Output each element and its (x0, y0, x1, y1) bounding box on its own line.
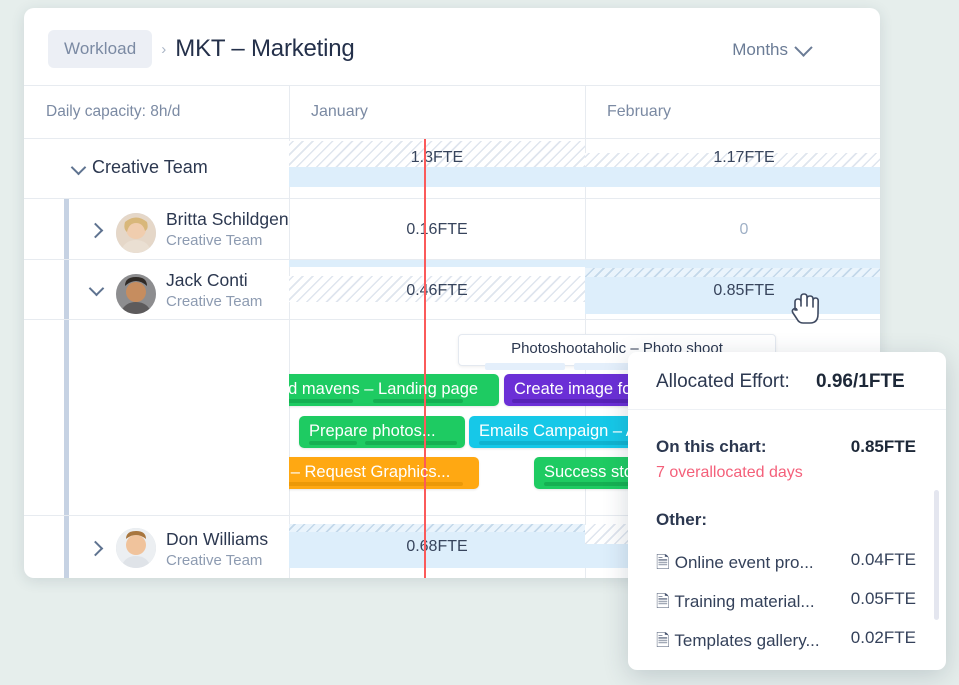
capacity-band (289, 260, 585, 267)
cell-value: 1.17FTE (585, 149, 880, 167)
cell-february[interactable]: 0 (585, 199, 880, 259)
range-selector-label: Months (732, 40, 788, 60)
mouse-cursor-icon (789, 292, 819, 326)
list-item-value: 0.05FTE (851, 589, 916, 609)
cell-february[interactable]: 0.85FTE (585, 260, 880, 319)
toolbar: Workload › MKT – Marketing Months (24, 8, 880, 86)
row-label-cell: Jack Conti Creative Team (24, 260, 289, 319)
task-bar-label: Success story (534, 457, 679, 487)
row-person-role: Creative Team (166, 293, 262, 310)
row-person-role: Creative Team (166, 552, 262, 569)
cell-january[interactable]: 0.68FTE (289, 516, 585, 578)
document-icon: 🗎 (656, 628, 670, 657)
avatar (116, 213, 156, 253)
overallocation-hatch (289, 524, 585, 532)
cell-value: 0.16FTE (289, 221, 585, 239)
document-icon: 🗎 (656, 550, 670, 579)
cell-value: 0 (585, 221, 880, 239)
cell-january[interactable]: 0.16FTE (289, 199, 585, 259)
task-bar-label: n – Request Graphics... (289, 457, 479, 487)
page-title: MKT – Marketing (175, 35, 354, 63)
breadcrumb: Workload › MKT – Marketing (48, 30, 355, 68)
cell-value: 0.46FTE (289, 282, 585, 300)
task-bar[interactable]: Create image fo (504, 374, 679, 406)
row-person-name: Don Williams (166, 529, 268, 550)
list-item-label: Online event pro... (675, 553, 814, 572)
cell-february[interactable]: 1.17FTE (585, 139, 880, 198)
row-indent-bar (64, 516, 69, 578)
table-row[interactable]: Creative Team 1.3FTE 1.17FTE (24, 139, 880, 199)
tooltip-scrollbar[interactable] (934, 490, 939, 620)
overallocation-hatch (585, 268, 880, 277)
capacity-band (289, 167, 585, 187)
cell-january[interactable]: 0.46FTE (289, 260, 585, 319)
daily-capacity-label: Daily capacity: 8h/d (46, 103, 180, 121)
row-expander[interactable] (86, 537, 108, 559)
list-item-label: Training material... (674, 592, 814, 611)
capacity-band (585, 167, 880, 187)
task-bar-label: Emails Campaign – Ad (469, 416, 679, 446)
row-grid: 0.16FTE 0 (289, 199, 880, 259)
list-item-value: 0.02FTE (851, 628, 916, 648)
row-expander[interactable] (86, 219, 108, 241)
group-expander[interactable] (68, 158, 90, 180)
group-name: Creative Team (92, 157, 208, 178)
today-line (424, 139, 426, 578)
breadcrumb-workload[interactable]: Workload (48, 30, 152, 68)
row-indent-bar (64, 260, 69, 319)
tooltip-chart-value: 0.85FTE (851, 437, 916, 457)
table-row[interactable]: Britta Schildgen Creative Team 0.16FTE 0 (24, 199, 880, 260)
cell-value: 1.3FTE (289, 149, 585, 167)
list-item-value: 0.04FTE (851, 550, 916, 570)
cell-value: 0.85FTE (585, 282, 880, 300)
breadcrumb-separator-icon: › (161, 41, 166, 58)
list-item[interactable]: 🗎 Training material... (656, 589, 815, 618)
tooltip-body: On this chart: 0.85FTE 7 overallocated d… (628, 410, 946, 670)
row-indent-bar (64, 199, 69, 259)
avatar (116, 528, 156, 568)
cell-january[interactable]: 1.3FTE (289, 139, 585, 198)
row-label-cell (24, 320, 289, 515)
row-person-name: Britta Schildgen (166, 209, 289, 230)
tooltip-other-label: Other: (656, 510, 707, 530)
row-person-role: Creative Team (166, 232, 262, 249)
column-header-february: February (607, 103, 671, 121)
list-item[interactable]: 🗎 Online event pro... (656, 550, 814, 579)
task-bar[interactable]: Success story (534, 457, 679, 489)
row-grid: 1.3FTE 1.17FTE (289, 139, 880, 198)
grid-header: Daily capacity: 8h/d January February (24, 86, 880, 139)
task-bar[interactable]: Prepare photos... (299, 416, 465, 448)
task-subbar (485, 363, 565, 370)
task-bar-label: ed mavens – Landing page (289, 374, 499, 404)
task-bar-label: Create image fo (504, 374, 679, 404)
task-bar[interactable]: ed mavens – Landing page (289, 374, 499, 406)
row-expander[interactable] (86, 279, 108, 301)
range-selector[interactable]: Months (732, 40, 810, 60)
task-bar-label: Prepare photos... (299, 416, 465, 446)
list-item[interactable]: 🗎 Templates gallery... (656, 628, 820, 657)
row-indent-bar (64, 320, 69, 515)
task-bar[interactable]: Emails Campaign – Ad (469, 416, 679, 448)
row-label-cell: Creative Team (24, 139, 289, 198)
cell-value: 0.68FTE (289, 538, 585, 556)
task-bar[interactable]: n – Request Graphics... (289, 457, 479, 489)
chevron-down-icon (794, 38, 812, 56)
row-label-cell: Don Williams Creative Team (24, 516, 289, 578)
avatar (116, 274, 156, 314)
column-header-january: January (311, 103, 368, 121)
tooltip-total-value: 0.96/1FTE (816, 371, 905, 393)
document-icon: 🗎 (656, 589, 670, 618)
table-row[interactable]: Jack Conti Creative Team 0.46FTE 0.85FTE (24, 260, 880, 320)
list-item-label: Templates gallery... (674, 631, 819, 650)
row-label-cell: Britta Schildgen Creative Team (24, 199, 289, 259)
row-person-name: Jack Conti (166, 270, 248, 291)
